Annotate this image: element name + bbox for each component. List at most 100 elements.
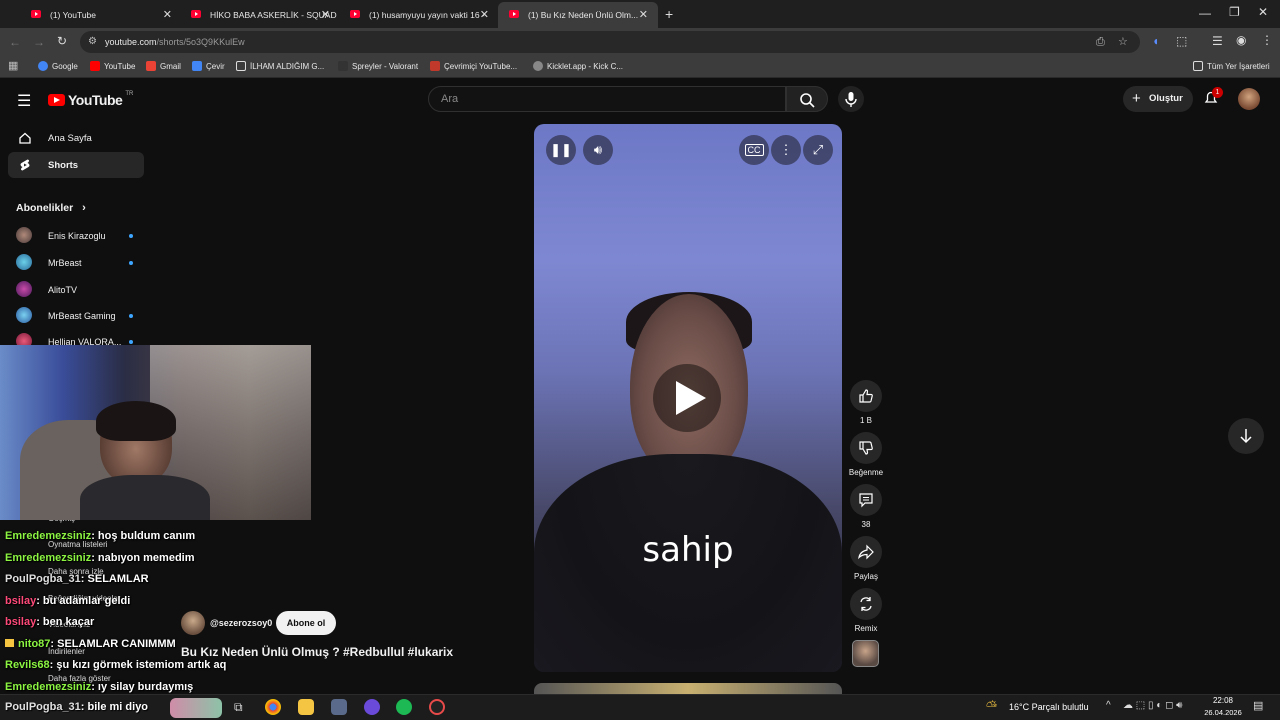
hamburger-menu-icon[interactable]: ☰ [17, 91, 31, 111]
sidebar-item-shorts[interactable]: Shorts [8, 152, 144, 178]
like-button[interactable] [850, 380, 882, 412]
profile-icon[interactable]: ◉ [1236, 33, 1246, 47]
home-icon [19, 132, 31, 144]
channel-handle[interactable]: @sezerozsoy0 [210, 618, 272, 628]
share-button[interactable] [850, 536, 882, 568]
back-icon[interactable]: ← [9, 35, 21, 49]
clock-time[interactable]: 22:08 [1206, 696, 1240, 705]
close-tab-icon[interactable]: ✕ [639, 8, 648, 21]
forward-icon[interactable]: → [33, 35, 45, 49]
site-info-icon[interactable]: ⚙ [88, 31, 97, 53]
sidebar-channel[interactable]: Enis Kirazoglu [16, 227, 133, 245]
browser-tab[interactable]: (1) husamyuyu yayın vakti 16 - ✕ [339, 2, 499, 28]
install-app-icon[interactable]: ⎙ [1096, 31, 1105, 53]
youtube-logo[interactable]: YouTube TR [48, 91, 134, 108]
browser-tab[interactable]: (1) YouTube ✕ [20, 2, 182, 28]
notifications-button[interactable]: 1 [1203, 87, 1223, 106]
youtube-favicon-icon [350, 10, 360, 18]
reload-icon[interactable]: ↻ [57, 34, 67, 48]
bookmark-translate[interactable]: Çevir [192, 61, 225, 71]
restore-icon[interactable]: ❐ [1229, 5, 1240, 19]
pause-button[interactable]: ❚❚ [546, 135, 576, 165]
sidebar-channel[interactable]: AlitoTV [16, 281, 77, 299]
address-bar[interactable]: ⚙ youtube.com/shorts/5o3Q9KKulEw ⎙ ☆ [80, 31, 1140, 53]
app-icon[interactable] [331, 699, 347, 715]
more-options-button[interactable]: ⋮ [771, 135, 801, 165]
bookmark-valorant[interactable]: Spreyler - Valorant [338, 61, 418, 71]
channel-avatar [16, 254, 32, 270]
obs-icon[interactable] [429, 699, 445, 715]
search-highlight-image[interactable] [170, 698, 222, 718]
bookmark-folder[interactable]: İLHAM ALDIĞIM G... [236, 61, 324, 71]
new-tab-icon[interactable]: + [665, 6, 673, 22]
youtube-favicon-icon [31, 10, 41, 18]
chat-message: bsilay: ben kaçar [5, 616, 94, 628]
create-button[interactable]: + Oluştur [1123, 86, 1193, 112]
discord-icon[interactable] [364, 699, 380, 715]
sidebar-item-home[interactable]: Ana Sayfa [8, 125, 144, 151]
bookmark-gmail[interactable]: Gmail [146, 61, 181, 71]
captions-button[interactable]: CC [739, 135, 769, 165]
new-content-dot [129, 314, 133, 318]
streamer-hair [96, 401, 176, 441]
browser-tab[interactable]: HİKO BABA ASKERLİK - SQUAD ✕ [180, 2, 340, 28]
bookmark-star-icon[interactable]: ☆ [1118, 31, 1128, 53]
extension-icon[interactable]: ◖ [1152, 34, 1159, 48]
search-input[interactable]: Ara [428, 86, 786, 112]
account-avatar[interactable] [1238, 88, 1260, 110]
all-bookmarks[interactable]: Tüm Yer İşaretleri [1193, 61, 1270, 71]
close-window-icon[interactable]: ✕ [1258, 5, 1268, 19]
close-tab-icon[interactable]: ✕ [163, 8, 172, 21]
next-short-preview[interactable] [534, 683, 842, 694]
bookmark-kicklet[interactable]: Kicklet.app - Kick C... [533, 61, 623, 71]
channel-avatar[interactable] [181, 611, 205, 635]
logo-region: TR [125, 91, 134, 97]
puzzle-icon[interactable]: ⬚ [1176, 34, 1187, 48]
tray-icons[interactable]: ☁ ⬚ ▯ ◐ ◻ 🔊︎ [1123, 700, 1182, 711]
bookmark-label: İLHAM ALDIĞIM G... [250, 61, 325, 71]
chat-user: bsilay [5, 595, 37, 607]
notification-center-icon[interactable]: ▤ [1253, 699, 1263, 712]
comments-button[interactable] [850, 484, 882, 516]
bookmark-youtube[interactable]: YouTube [90, 61, 135, 71]
search-button[interactable] [786, 86, 828, 112]
remix-icon [860, 597, 872, 611]
translate-icon [192, 61, 202, 71]
chat-user: Emredemezsiniz [5, 681, 92, 693]
youtube-favicon-icon [509, 10, 519, 18]
menu-icon[interactable]: ⋮ [1261, 33, 1273, 47]
remix-button[interactable] [850, 588, 882, 620]
bookmark-google[interactable]: Google [38, 61, 78, 71]
short-title[interactable]: Bu Kız Neden Ünlü Olmuş ? #Redbullul #lu… [181, 645, 453, 659]
sound-thumbnail[interactable] [852, 640, 879, 667]
dislike-button[interactable] [850, 432, 882, 464]
spotify-icon[interactable] [396, 699, 412, 715]
share-icon [858, 544, 874, 560]
clock-date[interactable]: 26.04.2026 [1200, 708, 1246, 717]
next-short-button[interactable] [1228, 418, 1264, 454]
play-overlay-icon[interactable] [653, 364, 721, 432]
close-tab-icon[interactable]: ✕ [321, 8, 330, 21]
tab-search-icon[interactable]: ☰ [1212, 34, 1223, 48]
subscriptions-header[interactable]: Abonelikler › [16, 202, 86, 214]
bookmark-online-youtube[interactable]: Çevrimiçi YouTube... [430, 61, 517, 71]
weather-text[interactable]: 16°C Parçalı bulutlu [1009, 702, 1089, 712]
chat-message: Revils68: şu kızı görmek istemiom artık … [5, 659, 226, 671]
chevron-up-icon[interactable]: ^ [1106, 700, 1111, 711]
fullscreen-button[interactable]: ⤢ [803, 135, 833, 165]
subscribe-button[interactable]: Abone ol [276, 611, 336, 635]
sidebar-channel[interactable]: MrBeast [16, 254, 133, 272]
close-tab-icon[interactable]: ✕ [480, 8, 489, 21]
task-view-icon[interactable]: ⧉ [234, 700, 243, 715]
volume-button[interactable]: 🔊︎ [583, 135, 613, 165]
voice-search-button[interactable] [838, 86, 864, 112]
sidebar-item-label: Ana Sayfa [48, 132, 92, 144]
chrome-icon[interactable] [265, 699, 281, 715]
sidebar-channel[interactable]: MrBeast Gaming [16, 307, 133, 325]
comment-count: 38 [861, 520, 871, 529]
minimize-icon[interactable]: — [1199, 6, 1211, 20]
chat-message: nito87: SELAMLAR CANIMMM [5, 638, 176, 650]
apps-grid-icon[interactable]: ▦ [8, 59, 18, 72]
file-explorer-icon[interactable] [298, 699, 314, 715]
browser-tab-active[interactable]: (1) Bu Kız Neden Ünlü Olm... ✕ [498, 2, 658, 28]
